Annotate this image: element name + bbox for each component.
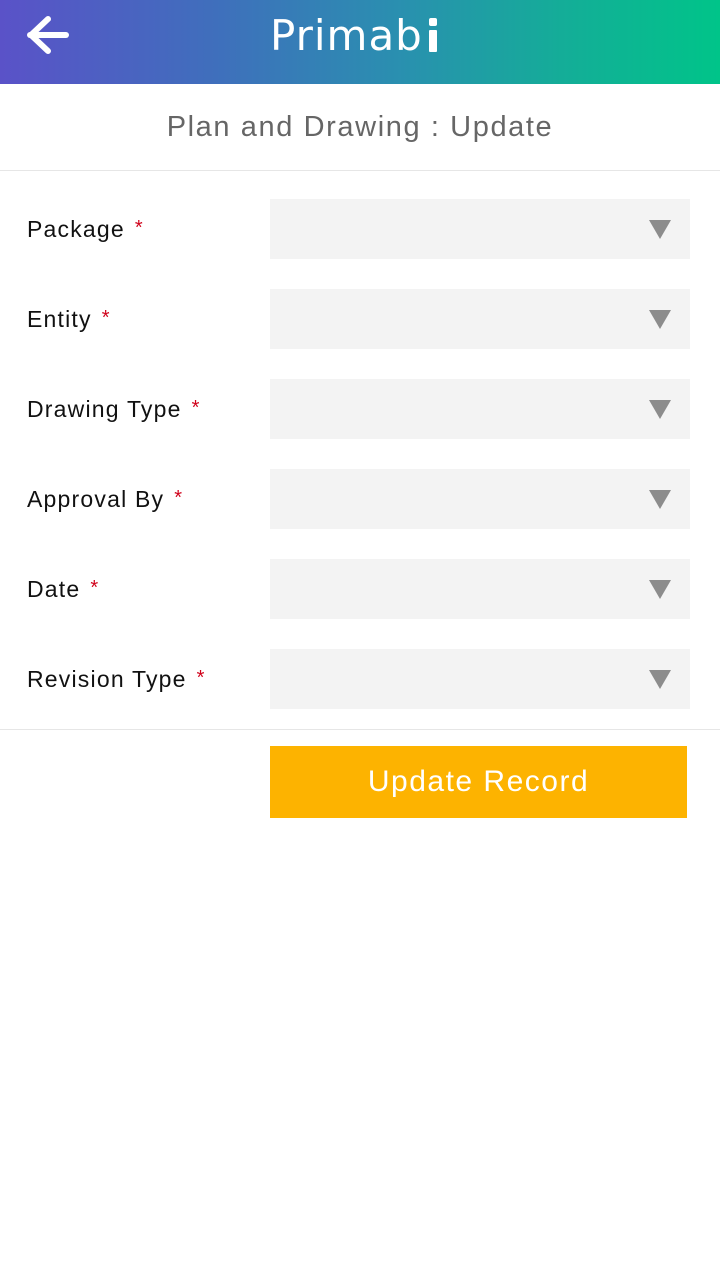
required-marker: * bbox=[134, 217, 144, 239]
form-row-drawing-type: Drawing Type * bbox=[0, 379, 720, 439]
form-divider bbox=[0, 729, 720, 730]
revision-type-label-text: Revision Type bbox=[27, 666, 187, 692]
entity-select[interactable] bbox=[270, 289, 690, 349]
approval-by-select[interactable] bbox=[270, 469, 690, 529]
date-select[interactable] bbox=[270, 559, 690, 619]
triangle-down-icon bbox=[649, 670, 671, 689]
arrow-left-icon bbox=[27, 16, 69, 54]
triangle-down-icon bbox=[649, 580, 671, 599]
approval-by-label-text: Approval By bbox=[27, 486, 165, 512]
drawing-type-label-text: Drawing Type bbox=[27, 396, 182, 422]
required-marker: * bbox=[101, 307, 111, 329]
form-row-date: Date * bbox=[0, 559, 720, 619]
app-screen: Primab Plan and Drawing : Update Package… bbox=[0, 0, 720, 1280]
triangle-down-icon bbox=[649, 490, 671, 509]
triangle-down-icon bbox=[649, 400, 671, 419]
triangle-down-icon bbox=[649, 310, 671, 329]
form-row-approval-by: Approval By * bbox=[0, 469, 720, 529]
brand-logo-mark bbox=[425, 16, 441, 54]
brand-logo: Primab bbox=[270, 10, 441, 60]
package-label-text: Package bbox=[27, 216, 125, 242]
form-row-revision-type: Revision Type * bbox=[0, 649, 720, 709]
required-marker: * bbox=[90, 577, 100, 599]
brand-text: Primab bbox=[270, 10, 423, 60]
triangle-down-icon bbox=[649, 220, 671, 239]
required-marker: * bbox=[174, 487, 184, 509]
app-header: Primab bbox=[0, 0, 720, 84]
drawing-type-select[interactable] bbox=[270, 379, 690, 439]
entity-label-text: Entity bbox=[27, 306, 92, 332]
required-marker: * bbox=[191, 397, 201, 419]
form-row-package: Package * bbox=[0, 199, 720, 259]
package-label: Package * bbox=[27, 199, 144, 259]
form-row-entity: Entity * bbox=[0, 289, 720, 349]
date-label: Date * bbox=[27, 559, 99, 619]
package-select[interactable] bbox=[270, 199, 690, 259]
date-label-text: Date bbox=[27, 576, 81, 602]
page-title-bar: Plan and Drawing : Update bbox=[0, 84, 720, 171]
page-title: Plan and Drawing : Update bbox=[166, 110, 554, 143]
update-record-button[interactable]: Update Record bbox=[270, 746, 687, 818]
approval-by-label: Approval By * bbox=[27, 469, 183, 529]
revision-type-select[interactable] bbox=[270, 649, 690, 709]
revision-type-label: Revision Type * bbox=[27, 649, 206, 709]
back-button[interactable] bbox=[20, 10, 80, 60]
drawing-type-label: Drawing Type * bbox=[27, 379, 201, 439]
required-marker: * bbox=[196, 667, 206, 689]
entity-label: Entity * bbox=[27, 289, 111, 349]
